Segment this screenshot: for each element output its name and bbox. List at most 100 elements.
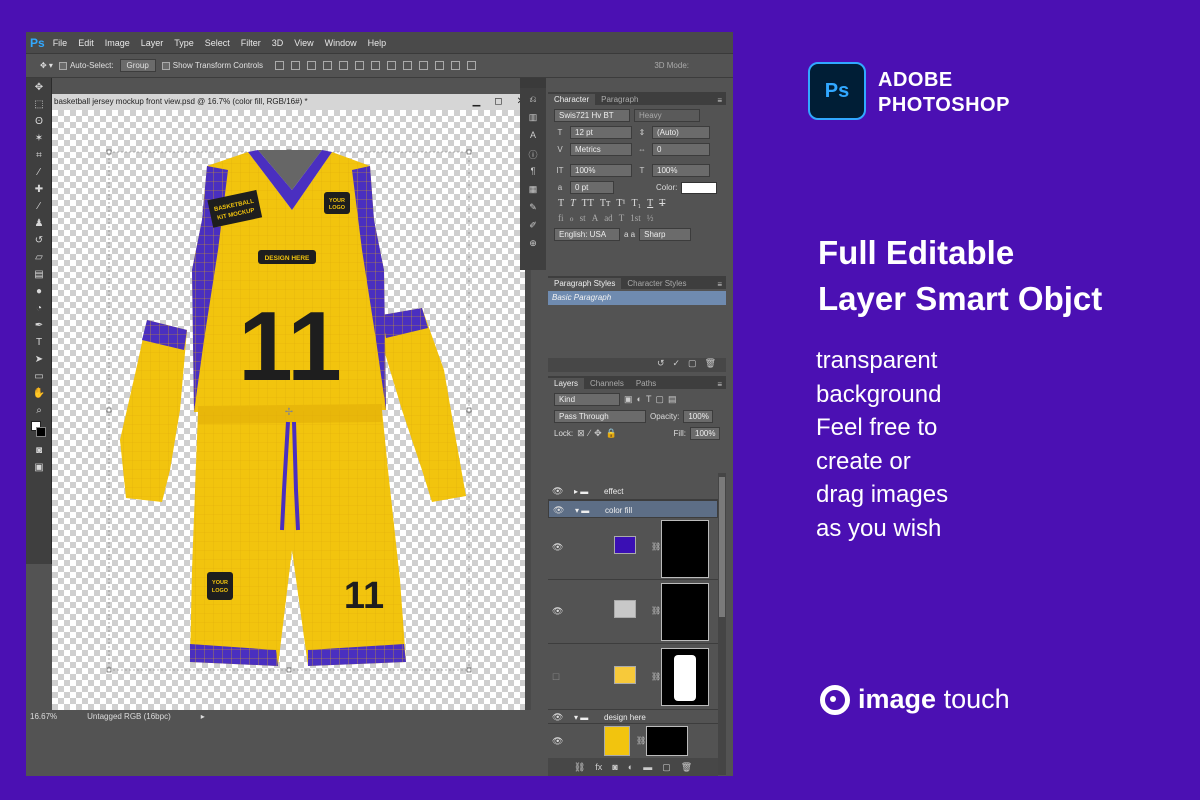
clone-source-panel-icon[interactable]: ⊕ <box>526 238 540 250</box>
layer-mask-thumbnail[interactable] <box>661 520 709 578</box>
marquee-tool-icon[interactable]: ⬚ <box>31 98 47 112</box>
tab-paragraph[interactable]: Paragraph <box>595 94 644 105</box>
layer-group-design-here[interactable]: 👁 ▾ ▬ design here <box>548 710 718 724</box>
mask-link-icon[interactable]: ⛓ <box>651 542 661 551</box>
properties-panel-icon[interactable]: ▥ <box>526 112 540 124</box>
move-tool-preset[interactable]: ✥ ▾ <box>40 61 53 70</box>
document-tab[interactable]: basketball jersey mockup front view.psd … <box>52 94 531 110</box>
layer-mask-thumbnail[interactable] <box>661 583 709 641</box>
clone-stamp-tool-icon[interactable]: ♟ <box>31 217 47 231</box>
stylistic-alt-icon[interactable]: st <box>580 213 586 224</box>
distribute-left-icon[interactable] <box>419 61 429 70</box>
distribute-right-icon[interactable] <box>451 61 461 70</box>
font-family-field[interactable]: Swis721 Hv BT <box>554 109 630 122</box>
minimize-icon[interactable]: ▁ <box>473 94 481 110</box>
layer-color-fill-purple[interactable]: 👁 ⛓ <box>548 518 718 580</box>
magic-wand-tool-icon[interactable]: ✶ <box>31 132 47 146</box>
pen-tool-icon[interactable]: ✒ <box>31 319 47 333</box>
distribute-bottom-icon[interactable] <box>403 61 413 70</box>
fill-swatch-yellow[interactable] <box>614 666 636 684</box>
gradient-tool-icon[interactable]: ▤ <box>31 268 47 282</box>
align-vcenter-icon[interactable] <box>291 61 301 70</box>
restore-icon[interactable]: ◻ <box>494 94 502 110</box>
menu-image[interactable]: Image <box>105 38 130 48</box>
eraser-tool-icon[interactable]: ▱ <box>31 251 47 265</box>
scroll-thumb[interactable] <box>719 477 725 617</box>
menu-file[interactable]: File <box>53 38 68 48</box>
adjustment-layer-icon[interactable]: ◐ <box>628 762 633 772</box>
brush-tool-icon[interactable]: ∕ <box>31 200 47 214</box>
auto-align-icon[interactable] <box>467 61 477 70</box>
styles-panel-icon[interactable]: ✎ <box>526 202 540 214</box>
titling-icon[interactable]: A <box>592 213 599 224</box>
faux-italic-icon[interactable]: T <box>570 198 576 209</box>
show-transform-checkbox[interactable] <box>161 61 170 70</box>
history-panel-icon[interactable]: ⎌ <box>526 94 540 106</box>
path-selection-tool-icon[interactable]: ➤ <box>31 353 47 367</box>
menu-filter[interactable]: Filter <box>241 38 261 48</box>
screen-mode-icon[interactable]: ▣ <box>31 461 47 475</box>
contextual-icon[interactable]: ad <box>604 213 613 224</box>
kerning-field[interactable]: Metrics <box>570 143 632 156</box>
tab-character[interactable]: Character <box>548 94 596 105</box>
add-mask-icon[interactable]: ◙ <box>612 762 617 772</box>
panel-menu-icon[interactable]: ≡ <box>717 380 726 389</box>
dodge-tool-icon[interactable]: ◔ <box>31 302 47 316</box>
lock-icons[interactable]: ⊠∕✥🔒 <box>577 428 621 439</box>
language-dropdown[interactable]: English: USA <box>554 228 620 241</box>
auto-select-checkbox[interactable] <box>58 61 67 70</box>
ligature-icon[interactable]: fi <box>558 213 564 224</box>
color-swatches-icon[interactable] <box>31 421 47 441</box>
fraction-icon[interactable]: ½ <box>647 213 654 224</box>
align-top-icon[interactable] <box>275 61 285 70</box>
layer-mask-thumbnail[interactable] <box>661 648 709 706</box>
mask-link-icon[interactable]: ⛓ <box>651 606 661 615</box>
hand-tool-icon[interactable]: ✋ <box>31 387 47 401</box>
zoom-tool-icon[interactable]: ⌕ <box>31 404 47 418</box>
history-brush-tool-icon[interactable]: ↺ <box>31 234 47 248</box>
tab-channels[interactable]: Channels <box>584 378 630 389</box>
delete-style-icon[interactable]: 🗑 <box>705 358 716 372</box>
menu-view[interactable]: View <box>294 38 313 48</box>
eye-icon[interactable]: 👁 <box>552 736 563 747</box>
info-panel-icon[interactable]: ⓘ <box>526 148 540 160</box>
text-color-swatch[interactable] <box>681 181 718 194</box>
opacity-field[interactable]: 100% <box>683 410 714 423</box>
eyedropper-tool-icon[interactable]: ⁄ <box>31 166 47 180</box>
swash-icon[interactable]: ℴ <box>570 213 574 224</box>
show-transform-option[interactable]: Show Transform Controls <box>161 61 263 70</box>
layer-kind-filter[interactable]: Kind <box>554 393 620 406</box>
menu-type[interactable]: Type <box>174 38 194 48</box>
underline-icon[interactable]: T <box>647 198 653 209</box>
smart-object-thumbnail[interactable] <box>604 726 630 756</box>
faux-bold-icon[interactable]: T <box>558 198 564 209</box>
panel-menu-icon[interactable]: ≡ <box>717 96 726 105</box>
blend-mode-dropdown[interactable]: Pass Through <box>554 410 646 423</box>
align-right-icon[interactable] <box>355 61 365 70</box>
align-left-icon[interactable] <box>323 61 333 70</box>
paragraph-panel-icon[interactable]: ¶ <box>526 166 540 178</box>
subscript-icon[interactable]: T₁ <box>631 198 641 209</box>
link-layers-icon[interactable]: ⛓ <box>574 762 585 773</box>
eye-icon[interactable]: 👁 <box>552 712 563 723</box>
all-caps-icon[interactable]: TT <box>582 198 594 209</box>
quick-mask-icon[interactable]: ◙ <box>31 444 47 458</box>
filter-type-icons[interactable]: ▣◐T▢▤ <box>624 394 680 405</box>
superscript-icon[interactable]: T¹ <box>616 198 625 209</box>
layers-scrollbar[interactable] <box>718 473 726 775</box>
strikethrough-icon[interactable]: T <box>659 198 665 209</box>
clear-override-icon[interactable]: ↺ <box>657 358 665 372</box>
distribute-top-icon[interactable] <box>371 61 381 70</box>
vertical-scale-field[interactable]: 100% <box>570 164 632 177</box>
group-collapse-icon[interactable]: ▾ ▬ <box>575 506 589 515</box>
fill-swatch-gray[interactable] <box>614 600 636 618</box>
menu-3d[interactable]: 3D <box>272 38 284 48</box>
character-panel-icon[interactable]: A <box>526 130 540 142</box>
ordinal-icon[interactable]: T <box>619 213 625 224</box>
menu-window[interactable]: Window <box>325 38 357 48</box>
tab-paths[interactable]: Paths <box>630 378 662 389</box>
auto-select-dropdown[interactable]: Group <box>119 59 156 72</box>
menu-help[interactable]: Help <box>368 38 387 48</box>
type-tool-icon[interactable]: T <box>31 336 47 350</box>
leading-field[interactable]: (Auto) <box>652 126 710 139</box>
